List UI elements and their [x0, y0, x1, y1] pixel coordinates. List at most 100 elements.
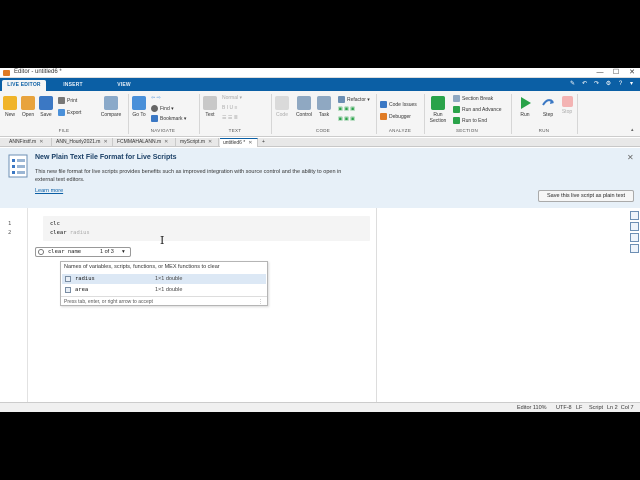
find-button[interactable]: Find ▾	[151, 105, 174, 112]
export-icon	[58, 109, 65, 116]
line-ending: LF	[576, 405, 583, 411]
run-and-advance-button[interactable]: Run and Advance	[453, 106, 501, 113]
code-format-buttons[interactable]: ▣ ▣ ▣	[338, 106, 355, 112]
banner-title: New Plain Text File Format for Live Scri…	[35, 154, 177, 161]
collapse-toolstrip-icon[interactable]: ▴	[631, 127, 634, 133]
back-forward-arrows[interactable]: ⇦ ⇨	[151, 95, 161, 101]
variable-icon	[65, 287, 71, 293]
variable-icon	[65, 276, 71, 282]
section-break-button[interactable]: Section Break	[453, 95, 493, 102]
clear-output-icon[interactable]	[630, 244, 639, 253]
new-tab-button[interactable]: +	[259, 138, 269, 147]
minimize-button[interactable]: —	[592, 68, 608, 78]
close-tab-icon[interactable]: ✕	[248, 140, 252, 146]
group-label-analyze: ANALYZE	[388, 128, 412, 133]
compare-button[interactable]: Compare	[96, 96, 126, 118]
close-tab-icon[interactable]: ✕	[208, 139, 212, 145]
output-right-icon[interactable]	[630, 222, 639, 231]
save-button[interactable]: Save	[38, 96, 54, 118]
run-advance-icon	[453, 106, 460, 113]
paragraph-style-dropdown[interactable]: Normal ▾	[222, 95, 242, 101]
close-tab-icon[interactable]: ✕	[164, 139, 168, 145]
doc-tab-active[interactable]: untitled6 * ✕	[220, 138, 258, 147]
info-banner: New Plain Text File Format for Live Scri…	[0, 148, 640, 208]
tab-view[interactable]: VIEW	[110, 80, 138, 91]
expand-ribbon-icon[interactable]: ▾	[627, 80, 636, 89]
refactor-button[interactable]: Refactor ▾	[338, 96, 370, 103]
help-icon[interactable]: ?	[616, 80, 625, 89]
undo-icon[interactable]: ↶	[580, 80, 589, 89]
doc-tab[interactable]: FCMMAHALANN.m ✕	[114, 138, 176, 147]
text-cursor-icon: I	[160, 234, 165, 247]
format-buttons[interactable]: B I U ≡	[222, 105, 237, 111]
live-script-file-icon	[8, 154, 28, 178]
stop-button[interactable]: Stop	[558, 96, 576, 115]
matlab-logo-icon	[3, 70, 10, 76]
control-button[interactable]: Control	[294, 96, 314, 118]
hint-dropdown-icon[interactable]: ▾	[122, 248, 125, 256]
settings-icon[interactable]: ⚙	[604, 80, 613, 89]
code-issues-icon	[380, 101, 387, 108]
step-icon	[542, 99, 554, 106]
debugger-icon	[380, 113, 387, 120]
code-block[interactable]	[43, 216, 370, 241]
run-to-end-button[interactable]: Run to End	[453, 117, 487, 124]
task-button[interactable]: Task	[316, 96, 332, 118]
doc-tab[interactable]: myScript.m ✕	[177, 138, 219, 147]
tab-live-editor[interactable]: LIVE EDITOR	[2, 80, 46, 91]
text-button[interactable]: Text	[202, 96, 218, 118]
step-button[interactable]: Step	[539, 96, 557, 118]
editor-area[interactable]: 1 2 clc clear radius I clear name 1 of 3…	[0, 208, 640, 402]
new-button[interactable]: New	[2, 96, 18, 118]
redo-icon[interactable]: ↷	[592, 80, 601, 89]
autocomplete-hint[interactable]: clear name 1 of 3 ▾	[35, 247, 131, 257]
export-button[interactable]: Export	[58, 109, 81, 116]
quick-access-edit-icon[interactable]: ✎	[568, 80, 577, 89]
code-button[interactable]: Code	[274, 96, 290, 118]
close-banner-icon[interactable]: ✕	[627, 153, 634, 162]
go-to-button[interactable]: Go To	[131, 96, 147, 118]
doc-tab[interactable]: ANNFirstf.m ✕	[6, 138, 52, 147]
go-to-icon	[132, 96, 146, 110]
title-bar: Editor - untitled6 * — ☐ ✕	[0, 68, 640, 78]
suggestion-item[interactable]: radius 1×1 double	[62, 274, 266, 284]
zoom-level[interactable]: Editor 110%	[517, 404, 547, 412]
text-icon	[203, 96, 217, 110]
doc-tab[interactable]: ANN_Hourly2021.m ✕	[53, 138, 113, 147]
run-section-icon	[431, 96, 445, 110]
close-window-button[interactable]: ✕	[624, 68, 640, 78]
output-inline-icon[interactable]	[630, 211, 639, 220]
autocomplete-popup: Names of variables, scripts, functions, …	[60, 261, 268, 306]
close-tab-icon[interactable]: ✕	[39, 139, 43, 145]
group-label-file: FILE	[58, 128, 70, 133]
more-options-icon[interactable]: ⋮	[258, 297, 263, 307]
close-tab-icon[interactable]: ✕	[103, 139, 107, 145]
maximize-button[interactable]: ☐	[608, 68, 624, 78]
code-icon	[275, 96, 289, 110]
list-buttons[interactable]: ☰ ☰ ≣	[222, 115, 238, 121]
hint-count: 1 of 3	[100, 249, 114, 255]
print-button[interactable]: Print	[58, 97, 77, 104]
hint-signature: clear name	[48, 249, 82, 255]
hide-code-icon[interactable]	[630, 233, 639, 242]
tab-insert[interactable]: INSERT	[58, 80, 88, 91]
section-break-icon	[453, 95, 460, 102]
output-divider[interactable]	[376, 208, 377, 402]
save-as-plain-text-button[interactable]: Save this live script as plain text	[538, 190, 634, 202]
open-folder-icon	[21, 96, 35, 110]
control-icon	[297, 96, 311, 110]
code-line-1[interactable]: clc	[50, 221, 60, 227]
open-button[interactable]: Open	[20, 96, 36, 118]
run-section-button[interactable]: Run Section	[427, 96, 449, 124]
code-indent-buttons[interactable]: ▣ ▣ ▣	[338, 116, 355, 122]
code-line-2[interactable]: clear radius	[50, 230, 90, 236]
run-button[interactable]: Run	[516, 96, 534, 118]
window-title: Editor - untitled6 *	[14, 69, 62, 75]
bookmark-button[interactable]: Bookmark ▾	[151, 115, 186, 122]
popup-header: Names of variables, scripts, functions, …	[64, 264, 220, 270]
suggestion-item[interactable]: area 1×1 double	[62, 285, 266, 295]
group-label-code: CODE	[315, 128, 331, 133]
debugger-button[interactable]: Debugger	[380, 113, 411, 120]
code-issues-button[interactable]: Code Issues	[380, 101, 417, 108]
learn-more-link[interactable]: Learn more	[35, 188, 63, 194]
